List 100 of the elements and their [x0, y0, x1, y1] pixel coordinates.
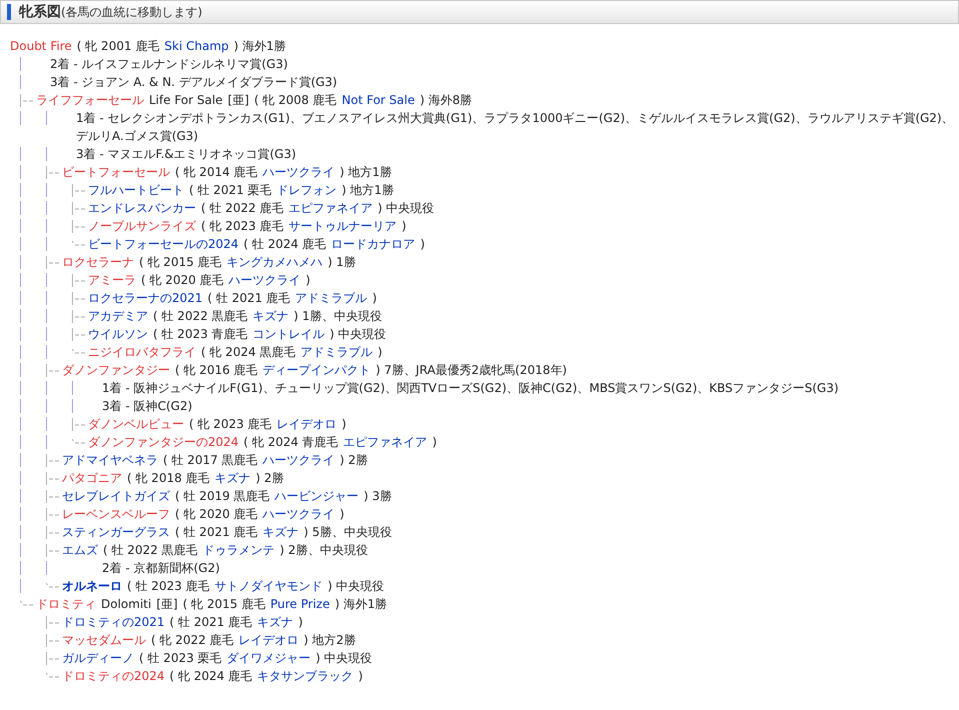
english-name: Life For Sale [149, 93, 223, 107]
tree-line [20, 201, 21, 215]
race-result: ) [342, 417, 346, 431]
race-result: ) [432, 435, 437, 449]
sire-link[interactable]: ハーツクライ [262, 165, 335, 179]
horse-name-link[interactable]: オルネーロ [62, 579, 122, 593]
tree-line [20, 309, 21, 323]
race-result: ) [420, 237, 425, 251]
tree-line [20, 147, 21, 161]
sire-link[interactable]: ドレフォン [276, 183, 337, 197]
tree-line [46, 417, 47, 431]
sire-link[interactable]: サトノダイヤモンド [214, 579, 323, 593]
race-record: 1着 - 阪神ジュベナイルF(G1)、チューリップ賞(G2)、関西TVローズS(G2)、阪神C(G2)、MBS賞スワンS(G2)、KBSファンタジーS(G3) [102, 380, 840, 397]
horse-name-link[interactable]: ドロミティ [36, 597, 96, 611]
horse-profile: ( 牝 2014 鹿毛 [175, 165, 258, 179]
horse-name-link[interactable]: ドロミティの2024 [62, 669, 165, 683]
race-result: ) [340, 507, 344, 521]
horse-name-link[interactable]: ガルディーノ [62, 651, 134, 665]
horse-profile: ( 牝 2022 鹿毛 [151, 633, 234, 647]
horse-name-link[interactable]: パタゴニア [62, 471, 122, 485]
sire-link[interactable]: ロードカナロア [331, 237, 416, 251]
horse-name-link[interactable]: アミーラ [88, 273, 136, 287]
horse-name-link[interactable]: ダノンファンタジーの2024 [88, 435, 239, 449]
sire-link[interactable]: キズナ [252, 309, 289, 323]
sire-link[interactable]: ハーツクライ [228, 273, 301, 287]
sire-link[interactable]: ダイワメジャー [226, 651, 311, 665]
horse-profile: ( 牡 2019 黒鹿毛 [175, 489, 270, 503]
horse-name-link[interactable]: スティンガーグラス [62, 525, 170, 539]
horse-name-link[interactable]: ドロミティの2021 [62, 615, 165, 629]
race-result: ) 海外1勝 [234, 39, 286, 53]
tree-branch [72, 292, 88, 305]
horse-profile: ( 牝 2023 鹿毛 [189, 417, 272, 431]
horse-profile: ( 牡 2023 鹿毛 [127, 579, 210, 593]
tree-line [20, 417, 21, 431]
horse-name-link[interactable]: ニジイロバタフライ [88, 345, 196, 359]
sire-link[interactable]: Ski Champ [164, 39, 229, 53]
sire-link[interactable]: Not For Sale [342, 93, 415, 107]
sire-link[interactable]: アドミラブル [300, 345, 373, 359]
race-result: ) [306, 273, 310, 287]
tree-line [20, 507, 21, 521]
sire-link[interactable]: ハーツクライ [262, 507, 335, 521]
race-result: ) 3勝 [364, 489, 392, 503]
horse-name-link[interactable]: ロクセラーナの2021 [88, 291, 203, 305]
sire-link[interactable]: キズナ [257, 615, 294, 629]
tree-line [72, 381, 73, 395]
horse-name-link[interactable]: ダノンベルビュー [88, 417, 184, 431]
horse-name-link[interactable]: ビートフォーセールの2024 [88, 237, 239, 251]
tree-branch [46, 526, 62, 539]
horse-profile: ( 牝 2024 青鹿毛 [244, 435, 338, 449]
race-result: ) 7勝、JRA最優秀2歳牝馬(2018年) [376, 363, 567, 377]
sire-link[interactable]: レイデオロ [276, 417, 337, 431]
race-record: 2着 - 京都新聞杯(G2) [102, 560, 221, 577]
horse-name-link[interactable]: ダノンファンタジー [62, 363, 170, 377]
tree-line [20, 219, 21, 233]
sire-link[interactable]: レイデオロ [238, 633, 299, 647]
tree-line [20, 381, 21, 395]
horse-name-link[interactable]: エムズ [62, 543, 98, 557]
tree-branch [46, 472, 62, 485]
sire-link[interactable]: エピファネイア [343, 435, 428, 449]
horse-name-link[interactable]: ノーブルサンライズ [88, 219, 196, 233]
sire-link[interactable]: ディープインパクト [262, 363, 371, 377]
tree-line [46, 435, 47, 449]
horse-name-link[interactable]: アドマイヤベネラ [62, 453, 158, 467]
horse-profile: ( 牡 2022 黒鹿毛 [153, 309, 248, 323]
tree-line [20, 345, 21, 359]
sire-link[interactable]: ハービンジャー [274, 489, 359, 503]
horse-profile: ( 牝 2001 鹿毛 [76, 39, 160, 53]
sire-link[interactable]: キズナ [214, 471, 251, 485]
sire-link[interactable]: アドミラブル [295, 291, 368, 305]
sire-link[interactable]: サートゥルナーリア [288, 219, 397, 233]
horse-name-link[interactable]: マッセダムール [62, 633, 146, 647]
horse-name-link[interactable]: フルハートビート [88, 183, 184, 197]
race-result: ) 海外1勝 [334, 597, 387, 611]
horse-name-link[interactable]: エンドレスバンカー [88, 201, 196, 215]
horse-profile: ( 牝 2020 鹿毛 [175, 507, 258, 521]
tree-branch [46, 490, 62, 503]
horse-name-link[interactable]: ロクセラーナ [62, 255, 134, 269]
horse-name-link[interactable]: ウイルソン [88, 327, 148, 341]
horse-name-link[interactable]: Doubt Fire [10, 39, 72, 53]
horse-name-link[interactable]: レーベンスベルーフ [62, 507, 170, 521]
horse-name-link[interactable]: ライフフォーセール [36, 93, 144, 107]
sire-link[interactable]: キズナ [262, 525, 299, 539]
sire-link[interactable]: ドゥラメンテ [202, 543, 275, 557]
tree-line [46, 219, 47, 233]
horse-name-link[interactable]: ビートフォーセール [62, 165, 170, 179]
sire-link[interactable]: ハーツクライ [262, 453, 335, 467]
sire-link[interactable]: キタサンブラック [257, 669, 354, 683]
horse-profile: ( 牡 2021 鹿毛 [208, 291, 290, 305]
race-result: ) 中央現役 [316, 651, 372, 665]
tree-line [46, 309, 47, 323]
horse-profile: ( 牡 2021 栗毛 [189, 183, 272, 197]
tree-line [46, 237, 47, 251]
horse-name-link[interactable]: アカデミア [88, 309, 148, 323]
tree-line [46, 201, 47, 215]
horse-profile: ( 牡 2017 黒鹿毛 [163, 453, 258, 467]
horse-name-link[interactable]: セレブレイトガイズ [62, 489, 170, 503]
sire-link[interactable]: エピファネイア [288, 201, 373, 215]
sire-link[interactable]: Pure Prize [270, 597, 330, 611]
sire-link[interactable]: コントレイル [252, 327, 325, 341]
sire-link[interactable]: キングカメハメハ [226, 255, 323, 269]
